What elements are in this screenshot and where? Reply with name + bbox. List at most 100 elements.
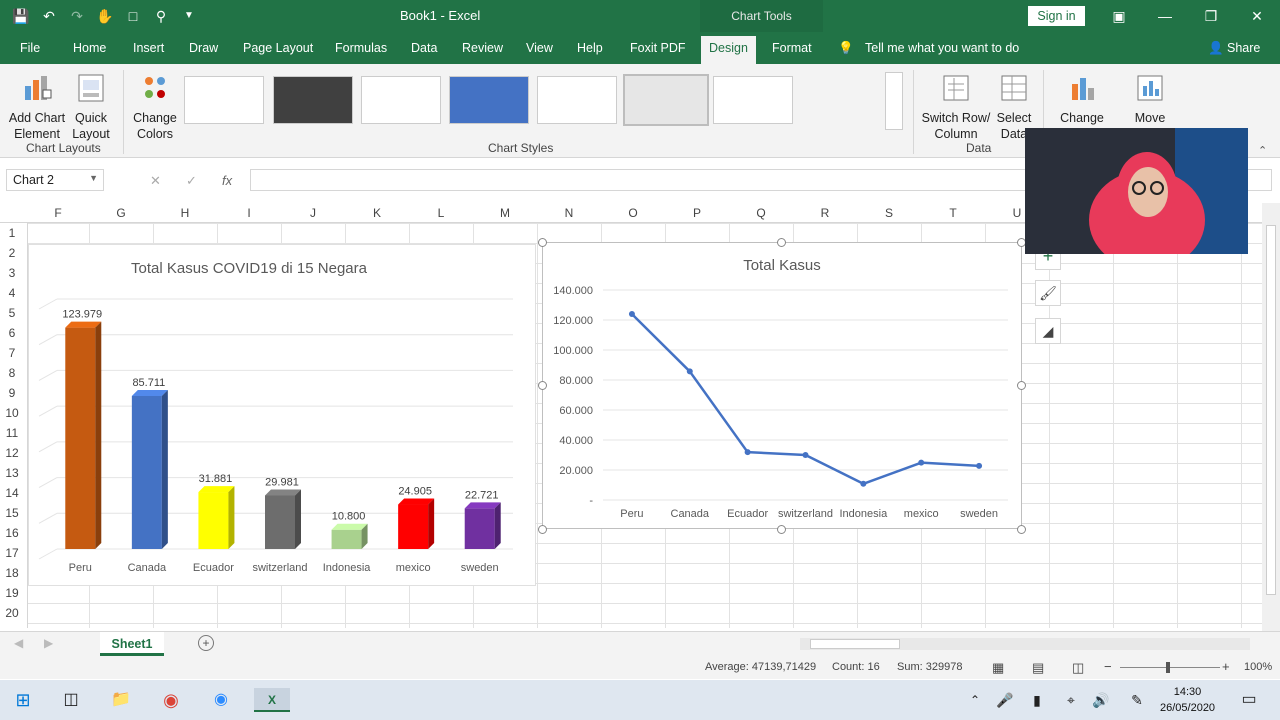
- print-preview-icon[interactable]: ⚲: [150, 6, 172, 26]
- chart-style-2[interactable]: [273, 76, 353, 124]
- new-sheet-icon[interactable]: +: [198, 635, 214, 651]
- customize-qat-icon[interactable]: ▼: [178, 6, 200, 26]
- resize-handle[interactable]: [1017, 525, 1026, 534]
- row-header[interactable]: 8: [0, 366, 24, 380]
- minimize-icon[interactable]: —: [1155, 6, 1175, 26]
- vertical-scrollbar[interactable]: [1262, 203, 1280, 631]
- row-header[interactable]: 7: [0, 346, 24, 360]
- clock[interactable]: 14:30 26/05/2020: [1160, 684, 1215, 716]
- enter-icon[interactable]: ✓: [186, 173, 197, 189]
- zoom-slider[interactable]: [1120, 667, 1220, 668]
- column-header[interactable]: J: [303, 206, 323, 220]
- collapse-ribbon-icon[interactable]: ⌃: [1258, 144, 1267, 157]
- row-header[interactable]: 6: [0, 326, 24, 340]
- zoom-out-icon[interactable]: −: [1104, 659, 1112, 674]
- ribbon-display-options-icon[interactable]: ▣: [1109, 6, 1129, 26]
- add-chart-element-button[interactable]: Add Chart Element: [6, 72, 68, 142]
- chart-filters-icon[interactable]: ◢: [1035, 318, 1061, 344]
- redo-icon[interactable]: ↷: [66, 6, 88, 26]
- show-hidden-icons-icon[interactable]: ⌃: [962, 688, 988, 712]
- page-break-preview-icon[interactable]: ◫: [1072, 660, 1084, 676]
- tab-file[interactable]: File: [20, 41, 40, 55]
- battery-icon[interactable]: ▮: [1024, 688, 1050, 712]
- bar-chart[interactable]: Total Kasus COVID19 di 15 Negara 123.979…: [28, 244, 536, 586]
- resize-handle[interactable]: [538, 525, 547, 534]
- row-header[interactable]: 12: [0, 446, 24, 460]
- insert-function-icon[interactable]: fx: [222, 173, 232, 188]
- tab-view[interactable]: View: [526, 41, 553, 55]
- cancel-icon[interactable]: ✕: [150, 173, 161, 189]
- row-header[interactable]: 18: [0, 566, 24, 580]
- normal-view-icon[interactable]: ▦: [992, 660, 1004, 676]
- save-icon[interactable]: 💾: [10, 6, 32, 26]
- column-header[interactable]: L: [431, 206, 451, 220]
- resize-handle[interactable]: [538, 238, 547, 247]
- row-header[interactable]: 9: [0, 386, 24, 400]
- restore-icon[interactable]: ❐: [1201, 6, 1221, 26]
- tab-design[interactable]: Design: [701, 36, 756, 64]
- excel-taskbar-icon[interactable]: X: [254, 688, 290, 712]
- chart-style-7[interactable]: [713, 76, 793, 124]
- column-header[interactable]: K: [367, 206, 387, 220]
- change-colors-button[interactable]: Change Colors: [128, 72, 182, 142]
- row-header[interactable]: 4: [0, 286, 24, 300]
- column-header[interactable]: G: [111, 206, 131, 220]
- share-button[interactable]: Share: [1227, 41, 1260, 55]
- close-icon[interactable]: ✕: [1247, 6, 1267, 26]
- column-header[interactable]: T: [943, 206, 963, 220]
- row-header[interactable]: 14: [0, 486, 24, 500]
- row-header[interactable]: 17: [0, 546, 24, 560]
- tab-help[interactable]: Help: [577, 41, 603, 55]
- column-header[interactable]: R: [815, 206, 835, 220]
- tab-draw[interactable]: Draw: [189, 41, 218, 55]
- wifi-icon[interactable]: ⌖: [1058, 688, 1084, 712]
- tab-data[interactable]: Data: [411, 41, 437, 55]
- row-header[interactable]: 2: [0, 246, 24, 260]
- task-view-icon[interactable]: ◫: [58, 688, 84, 712]
- touch-mode-icon[interactable]: ✋: [94, 6, 116, 26]
- column-header[interactable]: U: [1007, 206, 1027, 220]
- tell-me-search[interactable]: Tell me what you want to do: [865, 41, 1019, 55]
- resize-handle[interactable]: [777, 238, 786, 247]
- resize-handle[interactable]: [1017, 381, 1026, 390]
- next-sheet-icon[interactable]: ▶: [44, 636, 53, 650]
- row-header[interactable]: 1: [0, 226, 24, 240]
- column-header[interactable]: N: [559, 206, 579, 220]
- row-header[interactable]: 5: [0, 306, 24, 320]
- chart-styles-scroll[interactable]: [885, 72, 903, 130]
- previous-sheet-icon[interactable]: ◀: [14, 636, 23, 650]
- chart-styles-brush-icon[interactable]: 🖌: [1035, 280, 1061, 306]
- horizontal-scrollbar[interactable]: [800, 638, 1250, 650]
- row-header[interactable]: 13: [0, 466, 24, 480]
- column-header[interactable]: F: [48, 206, 68, 220]
- tab-format[interactable]: Format: [772, 41, 812, 55]
- chart-style-6[interactable]: [623, 74, 709, 126]
- zoom-level[interactable]: 100%: [1244, 661, 1272, 673]
- row-header[interactable]: 10: [0, 406, 24, 420]
- new-file-icon[interactable]: □: [122, 6, 144, 26]
- vertical-scroll-thumb[interactable]: [1266, 225, 1276, 595]
- tab-insert[interactable]: Insert: [133, 41, 164, 55]
- chart-style-3[interactable]: [361, 76, 441, 124]
- row-header[interactable]: 3: [0, 266, 24, 280]
- tab-home[interactable]: Home: [73, 41, 106, 55]
- resize-handle[interactable]: [777, 525, 786, 534]
- chart-style-1[interactable]: [184, 76, 264, 124]
- row-header[interactable]: 11: [0, 426, 24, 440]
- column-header[interactable]: M: [495, 206, 515, 220]
- chart-style-5[interactable]: [537, 76, 617, 124]
- page-layout-view-icon[interactable]: ▤: [1032, 660, 1044, 676]
- windows-start-icon[interactable]: ⊞: [10, 688, 36, 712]
- notifications-icon[interactable]: ▭: [1236, 688, 1262, 712]
- quick-layout-button[interactable]: Quick Layout: [68, 72, 114, 142]
- name-box-dropdown-icon[interactable]: ▼: [89, 173, 98, 183]
- column-header[interactable]: S: [879, 206, 899, 220]
- horizontal-scroll-thumb[interactable]: [810, 639, 900, 649]
- row-header[interactable]: 19: [0, 586, 24, 600]
- file-explorer-icon[interactable]: 📁: [108, 688, 134, 712]
- tab-review[interactable]: Review: [462, 41, 503, 55]
- zoom-in-icon[interactable]: +: [1222, 659, 1230, 674]
- column-header[interactable]: H: [175, 206, 195, 220]
- row-header[interactable]: 16: [0, 526, 24, 540]
- sheet-tab[interactable]: Sheet1: [100, 632, 164, 656]
